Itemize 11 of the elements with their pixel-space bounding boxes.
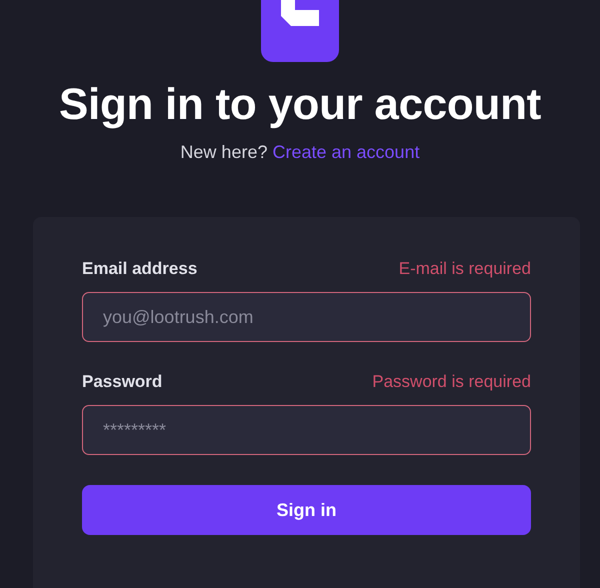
logo-icon <box>261 0 339 62</box>
field-label: Email address <box>82 259 198 279</box>
error-message: E-mail is required <box>398 259 531 279</box>
field-label: Password <box>82 372 162 392</box>
page-title: Sign in to your account <box>59 80 541 130</box>
input-field[interactable]: ********* <box>82 405 531 455</box>
sign-in-button[interactable]: Sign in <box>82 485 531 535</box>
create-account-link[interactable]: Create an account <box>272 142 420 162</box>
input-field[interactable]: you@lootrush.com <box>82 292 531 342</box>
signup-prompt: New here? Create an account <box>180 142 420 163</box>
error-message: Password is required <box>372 372 531 392</box>
